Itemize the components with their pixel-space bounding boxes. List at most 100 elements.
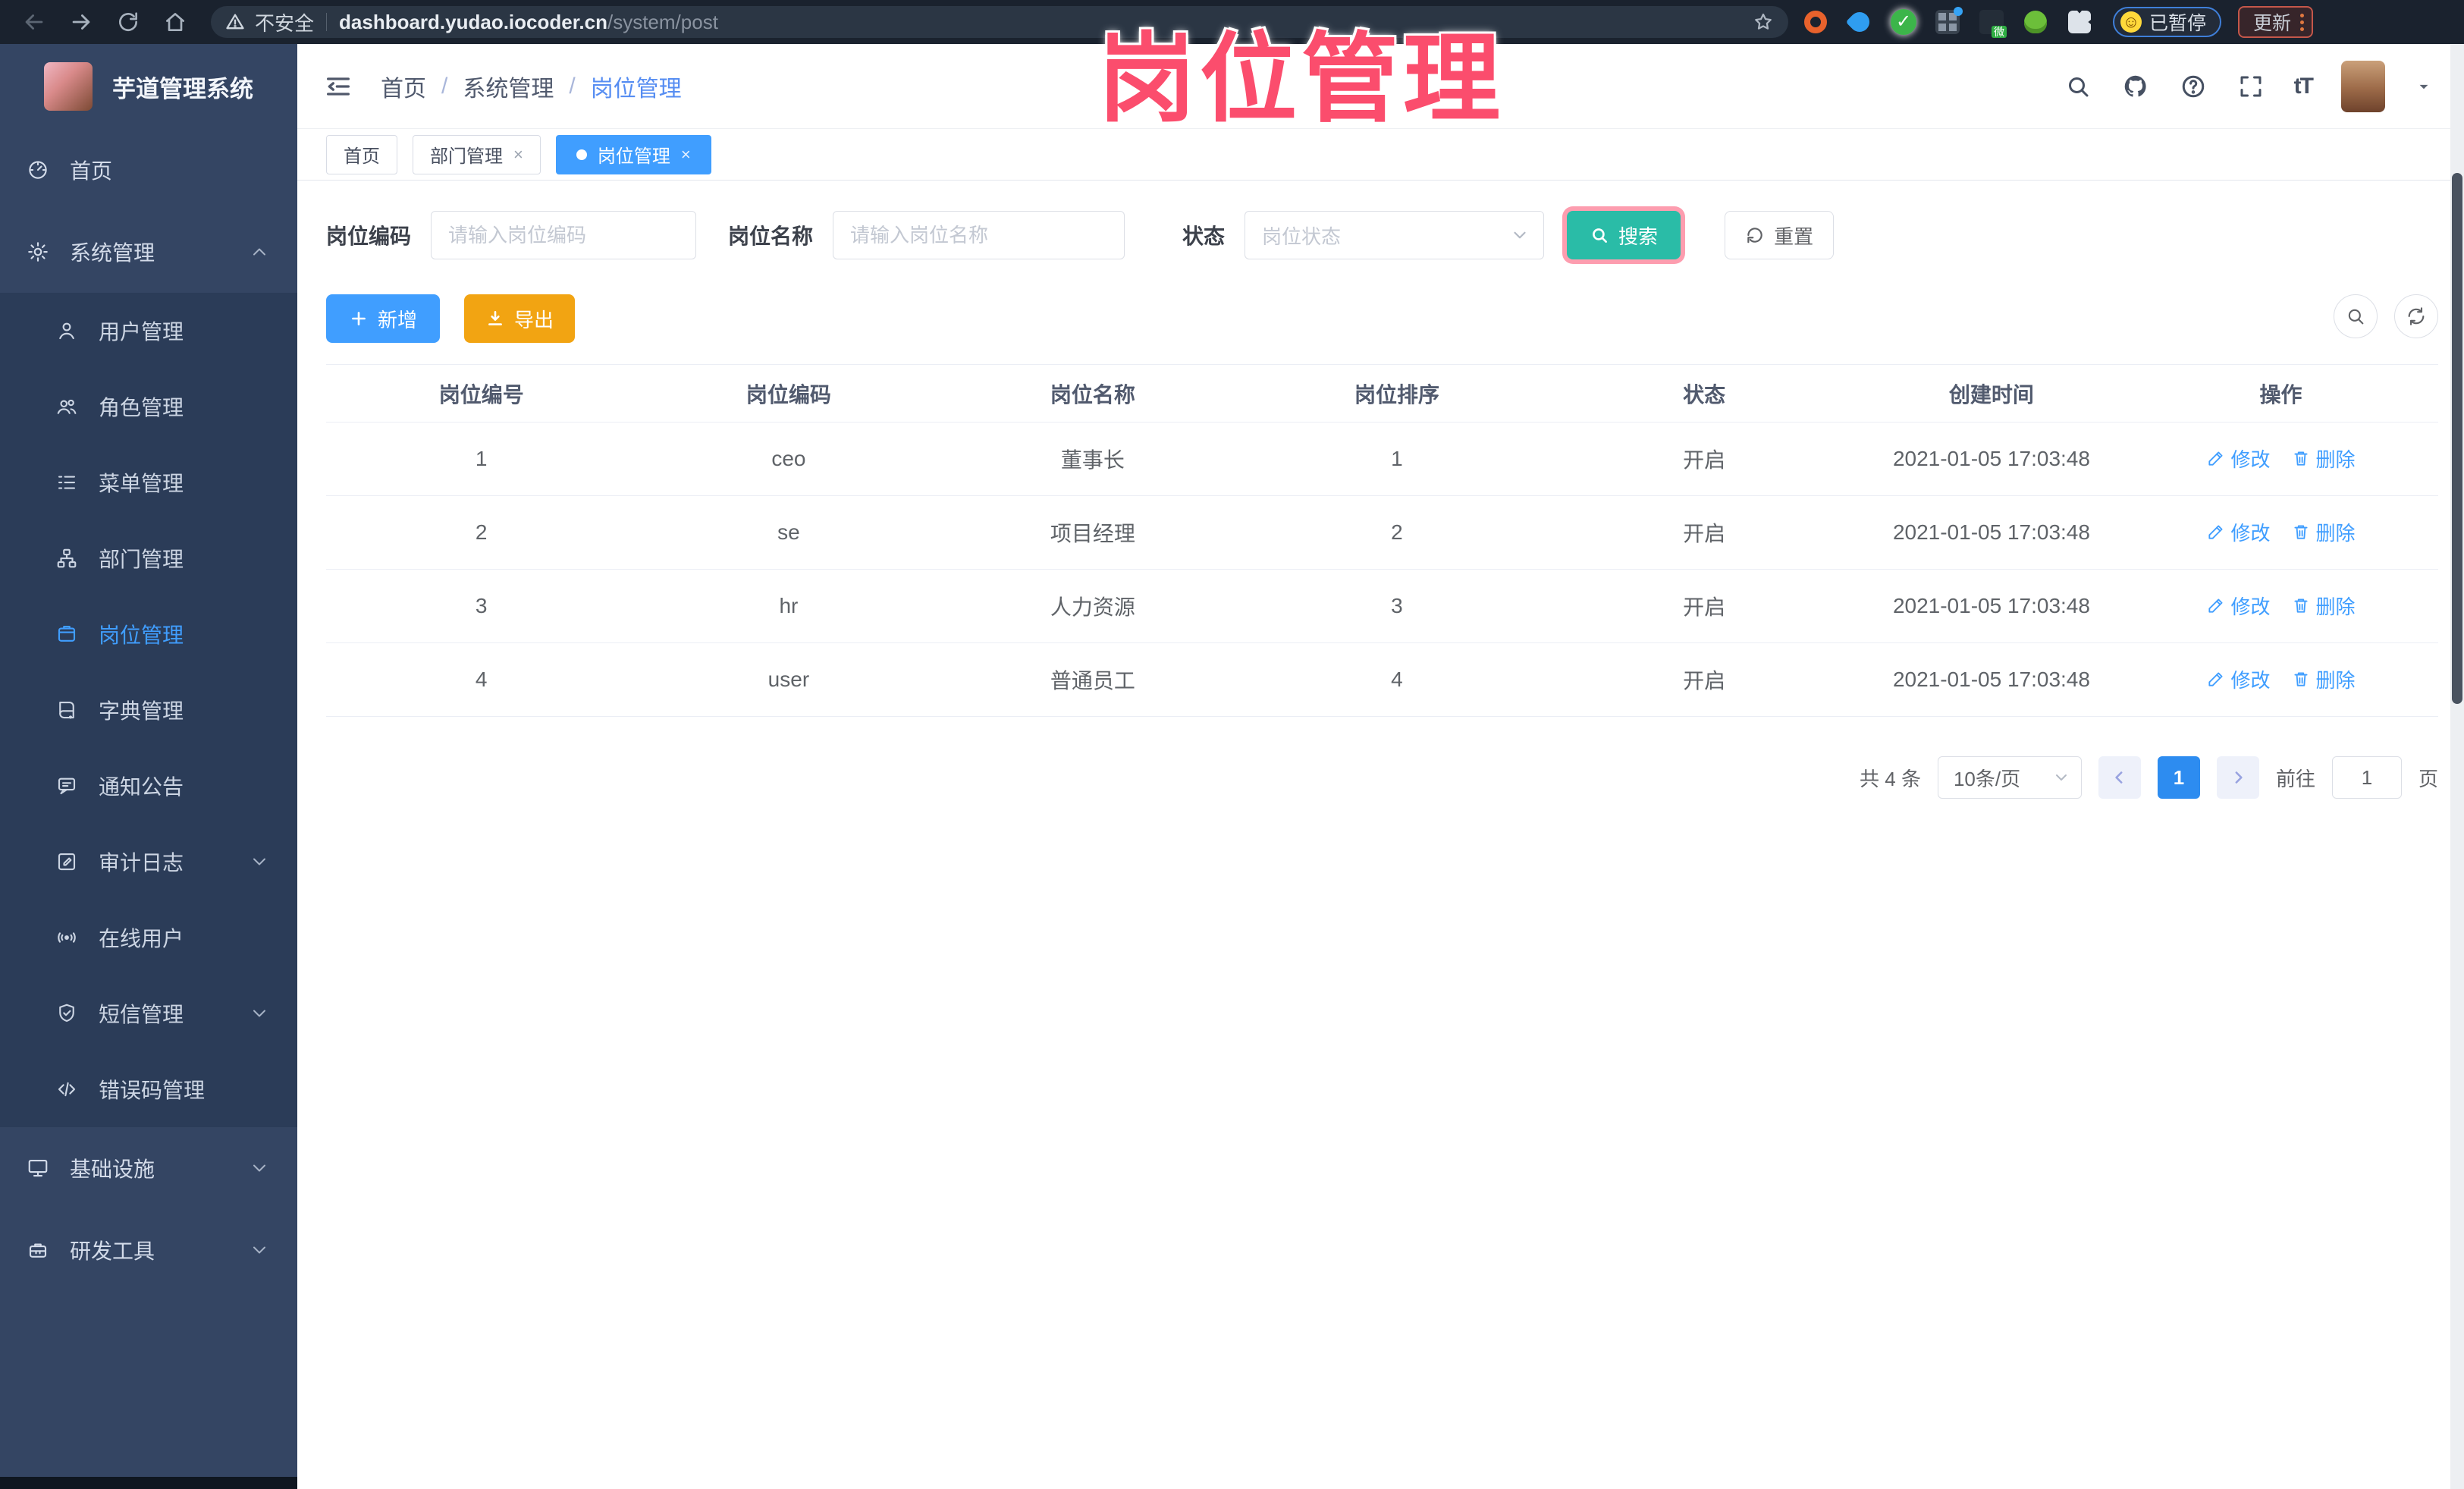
logo-image	[44, 62, 93, 111]
delete-link[interactable]: 删除	[2291, 445, 2355, 473]
table-cell: 3	[1391, 594, 1403, 617]
next-page-icon[interactable]	[2216, 756, 2259, 799]
caret-down-icon[interactable]	[2414, 77, 2434, 96]
security-label[interactable]: 不安全	[255, 8, 314, 36]
prev-page-icon[interactable]	[2098, 756, 2141, 799]
notice-bubble-icon	[55, 774, 79, 798]
sidebar-item-infra[interactable]: 基础设施	[0, 1127, 297, 1209]
breadcrumb-home[interactable]: 首页	[381, 70, 426, 103]
trash-icon	[2291, 595, 2311, 615]
sidebar-item-role[interactable]: 角色管理	[0, 369, 297, 445]
code-icon	[55, 1077, 79, 1101]
edit-link[interactable]: 修改	[2206, 518, 2270, 546]
page-size-select[interactable]: 10条/页	[1937, 756, 2082, 799]
sidebar-item-devtool[interactable]: 研发工具	[0, 1209, 297, 1291]
avatar[interactable]	[2341, 60, 2385, 112]
edit-link[interactable]: 修改	[2206, 592, 2270, 620]
edit-icon	[2206, 522, 2226, 542]
reload-icon[interactable]	[115, 9, 141, 35]
url-bar[interactable]: 不安全 dashboard.yudao.iocoder.cn/system/po…	[211, 6, 1788, 38]
emoji-face-icon: ☺	[2120, 11, 2142, 33]
extension-orange-ring-icon[interactable]	[1799, 5, 1832, 39]
home-icon[interactable]	[162, 9, 188, 35]
page-number-button[interactable]: 1	[2157, 756, 2200, 799]
edit-link[interactable]: 修改	[2206, 445, 2270, 473]
edit-label: 修改	[2230, 448, 2271, 471]
sidebar-item-menu[interactable]: 菜单管理	[0, 445, 297, 520]
sidebar-item-notice[interactable]: 通知公告	[0, 748, 297, 824]
sidebar-item-dept[interactable]: 部门管理	[0, 520, 297, 596]
page-scrollbar[interactable]	[2450, 44, 2464, 1489]
tab-部门管理[interactable]: 部门管理 ×	[413, 134, 541, 174]
reset-button-label: 重置	[1774, 225, 1814, 248]
kebab-menu-icon[interactable]	[2300, 13, 2305, 31]
extension-green-bug-icon[interactable]	[2019, 5, 2052, 39]
delete-link[interactable]: 删除	[2291, 518, 2355, 546]
sidebar-item-errcode[interactable]: 错误码管理	[0, 1051, 297, 1127]
table-cell: 董事长	[1060, 448, 1125, 472]
sidebar-item-user[interactable]: 用户管理	[0, 293, 297, 369]
extension-grid-icon[interactable]	[1931, 5, 1964, 39]
tab-岗位管理[interactable]: 岗位管理 ×	[555, 134, 711, 174]
pagination: 共 4 条 10条/页 1 前往 页	[326, 756, 2438, 799]
table-cell: 开启	[1683, 448, 1726, 472]
sidebar-item-label: 错误码管理	[99, 1079, 206, 1102]
help-icon[interactable]	[2179, 72, 2208, 101]
sidebar-fold-icon[interactable]	[323, 71, 353, 102]
fullscreen-icon[interactable]	[2236, 72, 2265, 101]
logo-title: 芋道管理系统	[112, 75, 253, 102]
table-cell: 开启	[1683, 669, 1726, 693]
bookmark-star-icon[interactable]	[1752, 11, 1775, 33]
github-icon[interactable]	[2121, 72, 2150, 101]
extension-blue-drop-icon[interactable]	[1843, 5, 1876, 39]
edit-link[interactable]: 修改	[2206, 665, 2270, 693]
export-button[interactable]: 导出	[464, 294, 576, 343]
extension-green-check-icon[interactable]: ✓	[1887, 5, 1920, 39]
reset-button[interactable]: 重置	[1725, 211, 1835, 259]
breadcrumb-current[interactable]: 岗位管理	[591, 70, 682, 103]
active-tab-dot	[576, 149, 587, 160]
table-cell: 项目经理	[1050, 522, 1135, 545]
magnifier-toggle-icon[interactable]	[2334, 294, 2378, 338]
extension-files-icon[interactable]: 微	[1975, 5, 2008, 39]
sidebar-item-label: 在线用户	[99, 927, 184, 950]
extension-puzzle-icon[interactable]	[2063, 5, 2096, 39]
code-input[interactable]	[431, 211, 697, 259]
trash-icon	[2291, 522, 2311, 542]
status-select[interactable]: 岗位状态	[1245, 211, 1545, 259]
back-icon[interactable]	[21, 9, 47, 35]
sidebar-item-post[interactable]: 岗位管理	[0, 596, 297, 672]
sidebar-item-sms[interactable]: 短信管理	[0, 975, 297, 1051]
breadcrumb-system[interactable]: 系统管理	[463, 70, 554, 103]
sidebar-item-home[interactable]: 首页	[0, 129, 297, 211]
scrollbar-thumb[interactable]	[2452, 173, 2462, 704]
name-input[interactable]	[833, 211, 1125, 259]
browser-update-button[interactable]: 更新	[2238, 6, 2314, 38]
search-icon[interactable]	[2064, 72, 2092, 101]
logo-row[interactable]: 芋道管理系统	[0, 44, 297, 129]
goto-page-input[interactable]	[2331, 756, 2402, 799]
close-icon[interactable]: ×	[513, 145, 523, 165]
table-cell-actions: 修改 删除	[2123, 518, 2438, 548]
table-cell: ceo	[771, 447, 806, 470]
sidebar-item-online[interactable]: 在线用户	[0, 900, 297, 975]
forward-icon[interactable]	[68, 9, 94, 35]
delete-link[interactable]: 删除	[2291, 665, 2355, 693]
refresh-icon[interactable]	[2394, 294, 2438, 338]
tab-首页[interactable]: 首页	[326, 134, 397, 174]
table-cell: 2021-01-05 17:03:48	[1892, 594, 2090, 617]
font-size-icon[interactable]: tT	[2294, 74, 2314, 99]
sidebar-item-audit[interactable]: 审计日志	[0, 824, 297, 900]
status-select-placeholder: 岗位状态	[1262, 225, 1342, 248]
add-button[interactable]: 新增	[326, 294, 441, 343]
table-cell: 4	[475, 668, 488, 691]
profile-paused-pill[interactable]: ☺ 已暂停	[2113, 7, 2222, 37]
search-button[interactable]: 搜索	[1567, 211, 1681, 259]
sidebar-item-system[interactable]: 系统管理	[0, 211, 297, 293]
delete-link[interactable]: 删除	[2291, 592, 2355, 620]
column-header: 岗位编号	[438, 382, 524, 407]
sidebar-item-dict[interactable]: 字典管理	[0, 672, 297, 748]
sidebar-item-label: 通知公告	[99, 775, 184, 799]
shield-icon	[55, 1001, 79, 1026]
close-icon[interactable]: ×	[681, 145, 691, 165]
